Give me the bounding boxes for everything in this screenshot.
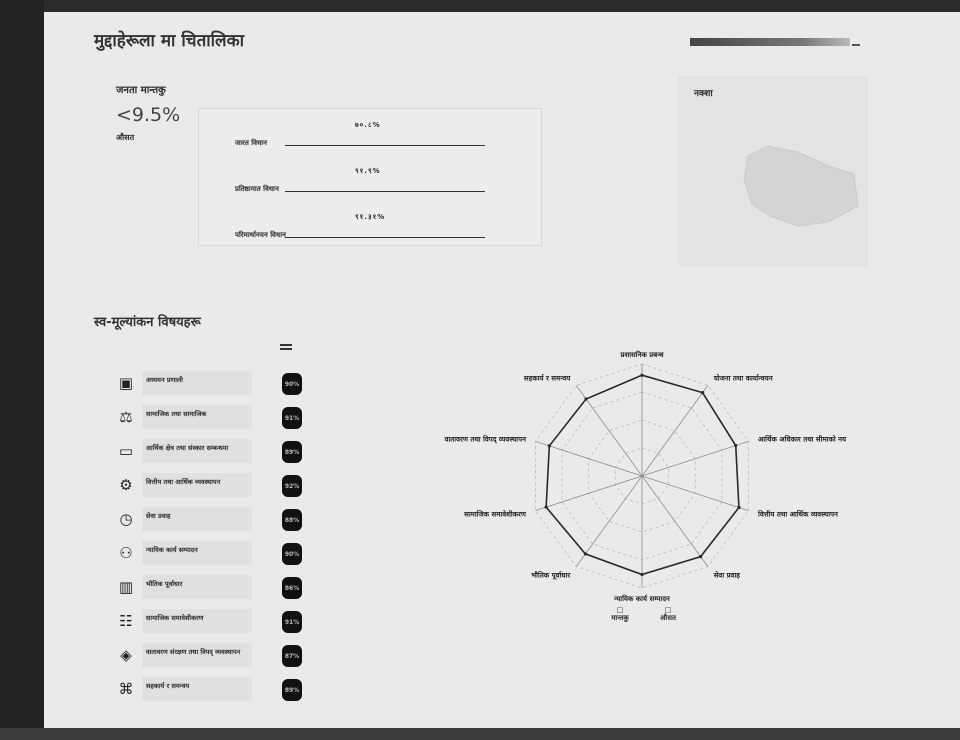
- stat-row: जारत विधान ७०.८%: [235, 121, 495, 169]
- summary-score: <9.5%: [116, 104, 181, 126]
- legend-marker: □: [664, 606, 672, 614]
- radar-axis-label: न्यायिक कार्य सम्पादन: [613, 594, 671, 603]
- group-icon: ☷: [119, 612, 133, 630]
- stat-row: परिमार्थानयन विधान ९१.३१%: [235, 213, 495, 261]
- map-panel[interactable]: [678, 76, 868, 266]
- radar-chart-svg: प्रशासनिक प्रबन्ध योजना तथा कार्यान्वयन आर…: [444, 350, 847, 603]
- radar-chart: प्रशासनिक प्रबन्ध योजना तथा कार्यान्वयन आर…: [360, 350, 880, 640]
- subject-score-badge: 89%: [282, 441, 302, 463]
- stat-value: ७०.८%: [355, 121, 381, 129]
- stat-value: ९१.९%: [355, 167, 381, 175]
- subject-item[interactable]: ◷ सेवा प्रवाह 88%: [116, 504, 316, 534]
- legend-marker: □: [616, 606, 624, 614]
- subject-score-badge: 89%: [282, 679, 302, 701]
- radar-point: [640, 572, 644, 577]
- subject-label: सेवा प्रवाह: [146, 512, 171, 520]
- subject-label: भौतिक पूर्वाधार: [146, 580, 183, 588]
- subject-label: सामाजिक तथा सामाजिक: [146, 410, 207, 418]
- stat-value: ९१.३१%: [355, 213, 386, 221]
- subject-label: न्यायिक कार्य सम्पादन: [146, 546, 198, 554]
- subject-label: आर्थिक क्षेत्र तथा संस्कार सम्बन्धमा: [146, 444, 229, 452]
- section-title: स्व-मूल्यांकन विषयहरू: [94, 315, 201, 330]
- balance-icon: ⚖: [119, 408, 133, 426]
- subject-list: ▣ अध्ययन प्रणाली 90% ⚖ सामाजिक तथा सामाज…: [106, 360, 318, 712]
- stat-label: जारत विधान: [235, 139, 268, 147]
- clock-icon: ◷: [119, 510, 133, 528]
- screen-bezel-left: [0, 0, 44, 740]
- subject-score-badge: 87%: [282, 645, 302, 667]
- subject-score-badge: 88%: [282, 509, 302, 531]
- radar-axis-label: वित्तीय तथा आर्थिक व्यवस्थापन: [757, 510, 839, 519]
- stat-label: परिमार्थानयन विधान: [235, 231, 286, 239]
- monitor-icon: ▭: [118, 442, 134, 460]
- shield-icon: ◈: [120, 646, 132, 664]
- radar-axis-label: भौतिक पूर्वाधार: [531, 571, 571, 581]
- stat-row: प्रतिष्ठामात विधान ९१.९%: [235, 167, 495, 215]
- radar-spoke: [641, 475, 709, 567]
- stat-bar: [285, 145, 485, 146]
- radar-axis-label: सामाजिक समावेशीकरण: [463, 510, 527, 519]
- subject-label: सामाजिक समावेशीकरण: [146, 614, 204, 622]
- summary-label: जनता मान्तकु: [116, 85, 166, 96]
- radar-point: [700, 391, 705, 395]
- radar-point: [640, 373, 644, 377]
- radar-axis-label: प्रशासनिक प्रबन्ध: [619, 350, 664, 359]
- page-title: मुद्दाहेरूला मा चितालिका: [94, 31, 245, 51]
- summary-sub-label: औसत: [116, 133, 135, 142]
- legend-label: औसत: [660, 614, 676, 622]
- legend-item-average: □ औसत: [648, 606, 688, 623]
- radar-axis-label: योजना तथा कार्यान्वयन: [713, 373, 774, 382]
- menu-dash-icon[interactable]: [852, 44, 860, 46]
- map-region-shape: [743, 145, 859, 227]
- stat-label: प्रतिष्ठामात विधान: [235, 185, 279, 193]
- radar-axis-label: सेवा प्रवाह: [713, 571, 741, 580]
- radar-axis-label: वातावरण तथा विपद् व्यवस्थापन: [444, 434, 527, 443]
- stat-bar: [285, 191, 485, 192]
- subject-score-badge: 86%: [282, 577, 302, 599]
- menu-icon[interactable]: [280, 344, 292, 354]
- subject-score-badge: 92%: [282, 475, 302, 497]
- subject-label: अध्ययन प्रणाली: [146, 376, 183, 384]
- top-progress-bar: [690, 38, 850, 46]
- building-icon: ▥: [118, 578, 134, 596]
- stats-card: जारत विधान ७०.८% प्रतिष्ठामात विधान ९१.९…: [198, 108, 542, 246]
- radar-point: [583, 552, 587, 556]
- subject-item[interactable]: ⚇ न्यायिक कार्य सम्पादन 90%: [116, 538, 316, 568]
- stat-bar: [285, 237, 485, 238]
- radar-spoke: [641, 441, 749, 477]
- radar-axis-label: आर्थिक अधिकार तथा सीमाको नय: [758, 434, 847, 443]
- subject-label: वातावरण संरक्षण तथा विपद् व्यवस्थापन: [146, 648, 241, 656]
- radar-point: [734, 443, 738, 448]
- subject-item[interactable]: ◈ वातावरण संरक्षण तथा विपद् व्यवस्थापन 8…: [116, 640, 316, 670]
- radar-point: [544, 505, 548, 509]
- subject-score-badge: 91%: [282, 611, 302, 633]
- subject-item[interactable]: ▭ आर्थिक क्षेत्र तथा संस्कार सम्बन्धमा 8…: [116, 436, 316, 466]
- people-icon: ⚇: [119, 544, 133, 562]
- radar-axis-label: सहकार्य र समन्वय: [523, 373, 571, 382]
- subject-label: वित्तीय तथा आर्थिक व्यवस्थापन: [146, 478, 221, 486]
- network-icon: ⌘: [118, 680, 134, 698]
- subject-item[interactable]: ⚖ सामाजिक तथा सामाजिक 91%: [116, 402, 316, 432]
- radar-point: [698, 555, 703, 559]
- subject-item[interactable]: ▥ भौतिक पूर्वाधार 86%: [116, 572, 316, 602]
- map-label: नक्शा: [694, 89, 713, 99]
- subject-item[interactable]: ☷ सामाजिक समावेशीकरण 91%: [116, 606, 316, 636]
- radar-point: [737, 505, 741, 510]
- subject-item[interactable]: ⌘ सहकार्य र समन्वय 89%: [116, 674, 316, 704]
- document-icon: ▣: [118, 374, 134, 392]
- subject-score-badge: 90%: [282, 543, 302, 565]
- gear-icon: ⚙: [119, 476, 133, 494]
- subject-item[interactable]: ▣ अध्ययन प्रणाली 90%: [116, 368, 316, 398]
- radar-point: [584, 397, 588, 401]
- screen-bezel-bottom: [0, 728, 960, 740]
- legend-item-score: □ मान्तकु: [600, 606, 640, 623]
- radar-point: [547, 444, 551, 448]
- subject-label: सहकार्य र समन्वय: [146, 682, 190, 690]
- legend-label: मान्तकु: [611, 614, 629, 622]
- subject-score-badge: 90%: [282, 373, 302, 395]
- radar-spoke: [641, 385, 709, 477]
- subject-score-badge: 91%: [282, 407, 302, 429]
- subject-item[interactable]: ⚙ वित्तीय तथा आर्थिक व्यवस्थापन 92%: [116, 470, 316, 500]
